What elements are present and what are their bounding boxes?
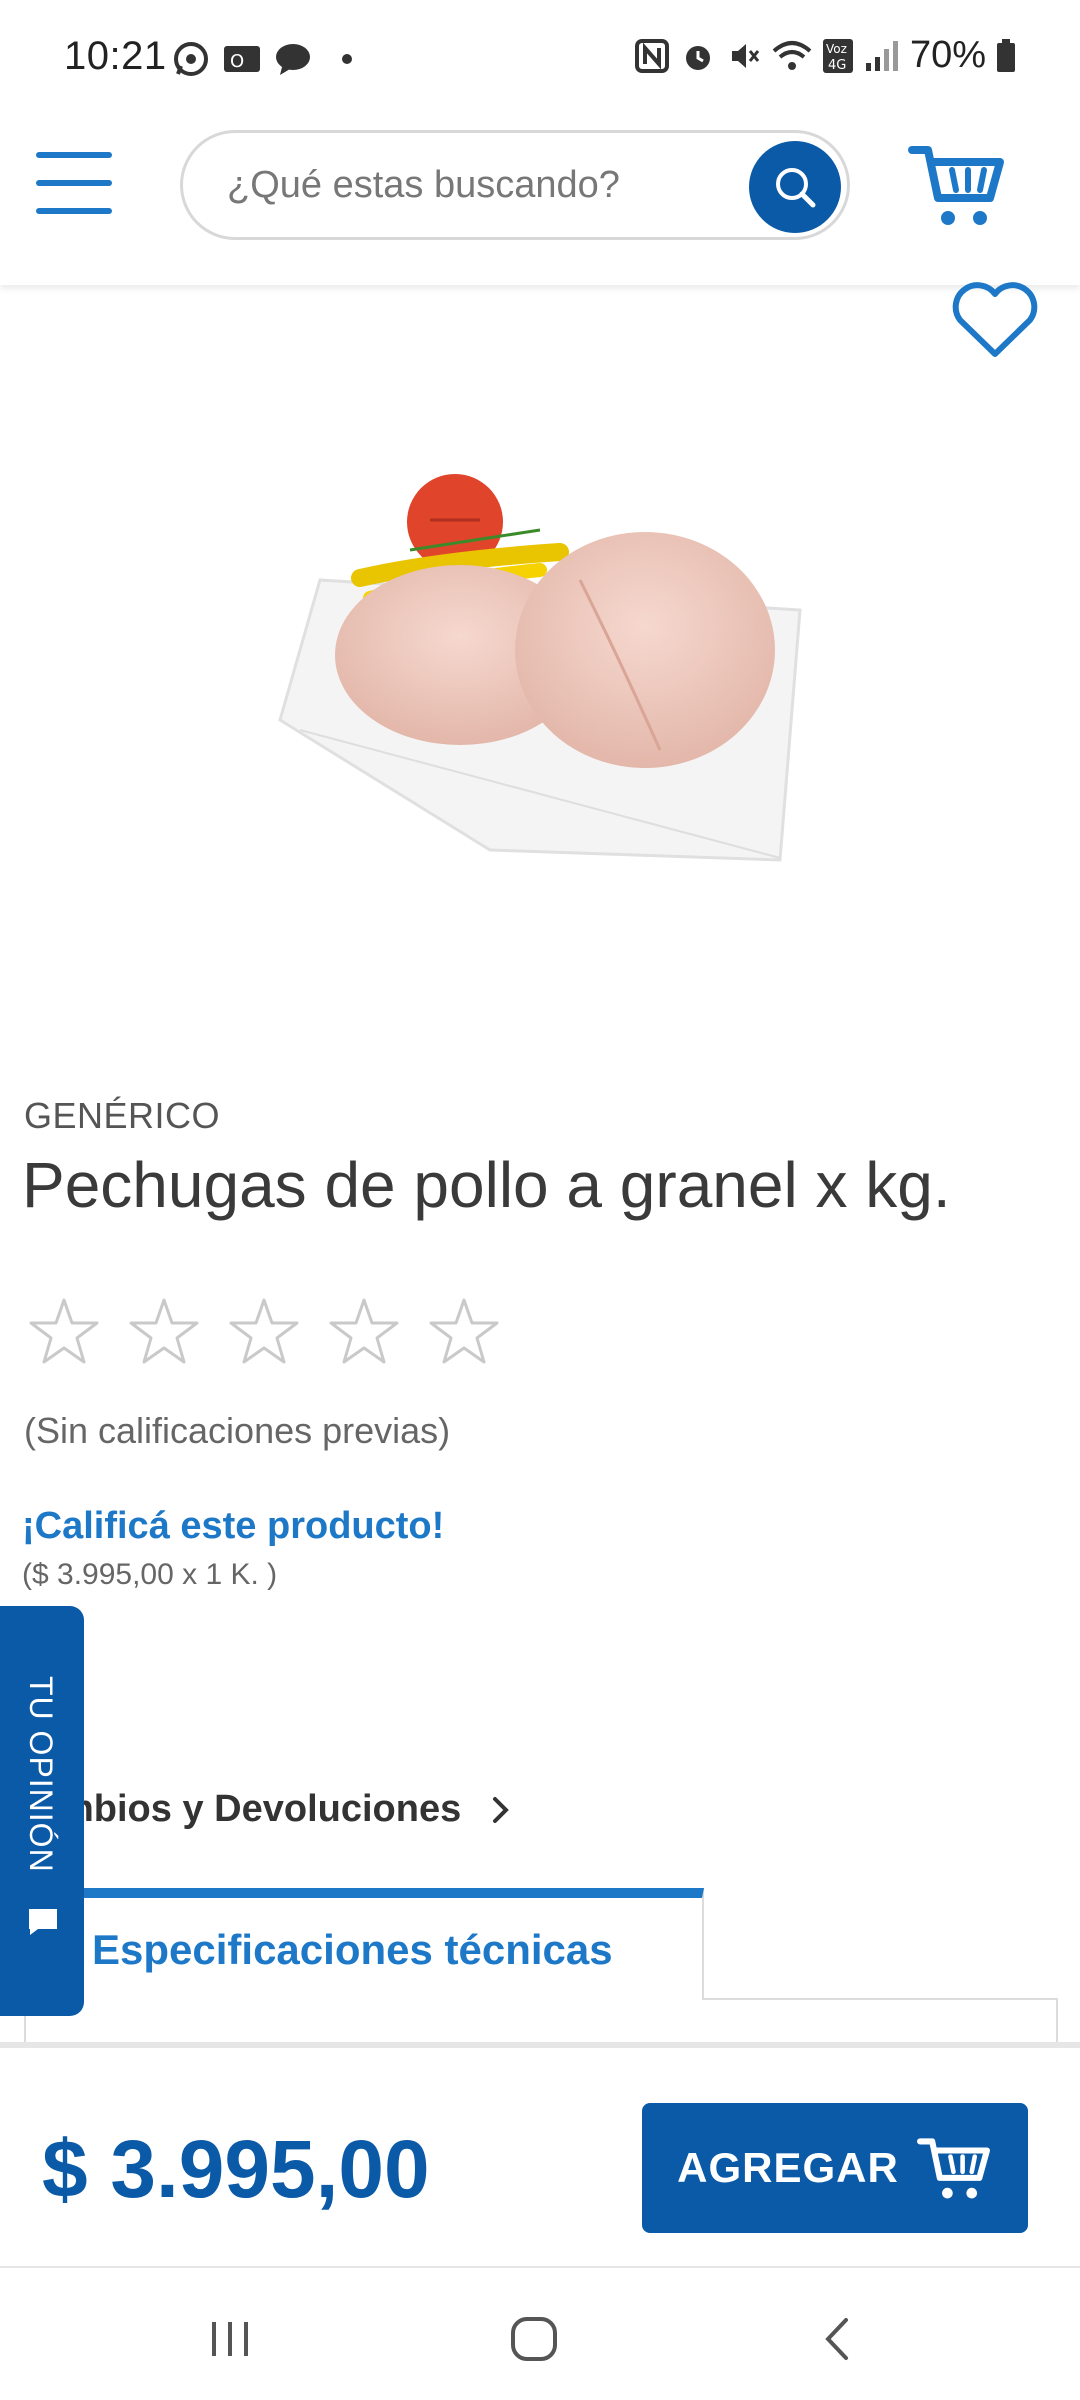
signal-icon	[865, 40, 898, 71]
unit-price: ($ 3.995,00 x 1 K. )	[22, 1558, 278, 1591]
product-image[interactable]	[260, 460, 820, 880]
cart-button[interactable]	[908, 140, 1008, 230]
rate-product-link[interactable]: ¡Calificá este producto!	[22, 1505, 444, 1548]
outlook-icon: O	[224, 46, 260, 72]
favorite-button[interactable]	[950, 280, 1040, 360]
star-icon[interactable]	[428, 1296, 500, 1368]
heart-icon	[952, 282, 1038, 357]
chat-icon	[276, 44, 310, 75]
feedback-tab[interactable]: TU OPINIÓN	[0, 1606, 84, 2016]
status-time: 10:21	[64, 34, 167, 78]
volte-icon: Voz 4G	[822, 38, 853, 73]
back-icon[interactable]	[810, 2314, 870, 2364]
cart-icon	[908, 146, 1004, 225]
tab-specifications[interactable]: Especificaciones técnicas	[24, 1888, 704, 2000]
chevron-right-icon	[493, 1796, 510, 1823]
nfc-icon	[634, 38, 669, 73]
star-icon[interactable]	[328, 1296, 400, 1368]
cart-icon	[916, 2138, 990, 2199]
battery-icon	[997, 38, 1015, 72]
purchase-bar: $ 3.995,00 AGREGAR	[0, 2042, 1080, 2268]
star-icon[interactable]	[28, 1296, 100, 1368]
svg-text:Voz: Voz	[826, 42, 847, 56]
whatsapp-icon	[174, 42, 208, 76]
star-icon[interactable]	[228, 1296, 300, 1368]
star-icon[interactable]	[128, 1296, 200, 1368]
recent-apps-icon[interactable]	[200, 2314, 260, 2364]
product-photo	[278, 474, 802, 862]
add-to-cart-label: AGREGAR	[677, 2144, 899, 2191]
product-tabs: Especificaciones técnicas	[24, 1888, 1058, 2042]
svg-text:O: O	[230, 51, 244, 72]
comment-icon	[29, 1909, 57, 1935]
home-icon[interactable]	[505, 2314, 565, 2364]
notification-icons: O	[172, 40, 352, 78]
product-brand: GENÉRICO	[24, 1095, 221, 1136]
app-header	[0, 120, 1080, 285]
feedback-label: TU OPINIÓN	[23, 1676, 59, 1873]
status-bar: 10:21 O Voz 4G 70%	[0, 0, 1080, 120]
system-icons: Voz 4G 70%	[634, 34, 1016, 77]
alarm-icon	[685, 45, 710, 70]
svg-text:4G: 4G	[828, 58, 846, 73]
product-price: $ 3.995,00	[42, 2124, 430, 2215]
tab-label: Especificaciones técnicas	[92, 1926, 613, 1973]
battery-percent: 70%	[909, 34, 986, 76]
returns-label: mbios y Devoluciones	[60, 1788, 462, 1830]
mute-icon	[731, 43, 760, 68]
system-nav-bar	[0, 2268, 1080, 2400]
search-bar	[180, 130, 850, 240]
product-title: Pechugas de pollo a granel x kg.	[22, 1149, 951, 1221]
search-input[interactable]	[227, 157, 727, 213]
rating-stars[interactable]	[28, 1296, 500, 1368]
menu-icon-line	[36, 152, 112, 158]
search-button[interactable]	[749, 141, 841, 233]
returns-link[interactable]: mbios y Devoluciones	[60, 1788, 511, 1831]
menu-icon-line	[36, 208, 112, 214]
more-notifications-dot	[342, 54, 352, 64]
wifi-icon	[772, 40, 812, 70]
tab-content	[24, 2000, 1058, 2042]
no-rating-text: (Sin calificaciones previas)	[24, 1410, 451, 1451]
add-to-cart-button[interactable]: AGREGAR	[642, 2103, 1028, 2233]
search-icon	[776, 168, 816, 208]
menu-icon-line	[36, 180, 112, 186]
menu-button[interactable]	[36, 152, 114, 214]
